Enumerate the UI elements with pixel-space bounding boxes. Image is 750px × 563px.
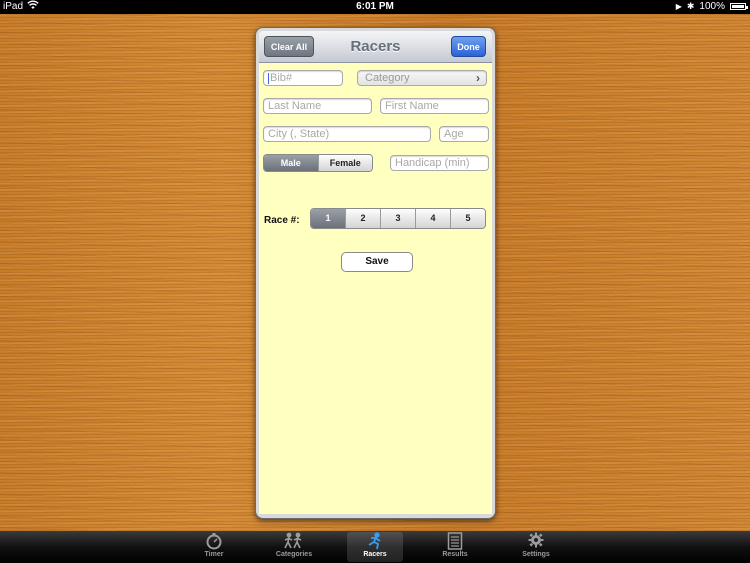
tab-label: Categories	[275, 551, 313, 558]
tab-results[interactable]: Results	[427, 532, 483, 562]
race-option-2[interactable]: 2	[345, 209, 380, 228]
city-placeholder: City (, State)	[268, 128, 330, 140]
age-field[interactable]: Age	[439, 126, 489, 142]
age-placeholder: Age	[444, 128, 464, 140]
handicap-field[interactable]: Handicap (min)	[390, 155, 489, 171]
tab-settings[interactable]: Settings	[508, 532, 564, 562]
stopwatch-icon	[186, 532, 242, 551]
bluetooth-icon: ✱	[686, 1, 695, 11]
category-picker[interactable]: Category ›	[357, 70, 487, 86]
tab-label: Results	[442, 551, 468, 558]
done-button[interactable]: Done	[451, 36, 486, 57]
bib-field[interactable]: Bib#	[263, 70, 343, 86]
runner-icon	[347, 532, 403, 551]
race-option-1[interactable]: 1	[311, 209, 345, 228]
tab-bar: Timer Categories Racers Results Settings	[0, 531, 750, 563]
tab-categories[interactable]: Categories	[266, 532, 322, 562]
tab-label: Racers	[363, 551, 387, 558]
battery-icon	[730, 3, 748, 10]
first-name-placeholder: First Name	[385, 100, 439, 112]
first-name-field[interactable]: First Name	[380, 98, 489, 114]
chevron-right-icon: ›	[476, 71, 480, 85]
tab-label: Timer	[204, 551, 224, 558]
tab-timer[interactable]: Timer	[186, 532, 242, 562]
race-segmented-control: 1 2 3 4 5	[310, 208, 486, 229]
category-placeholder: Category	[365, 72, 410, 84]
gender-male[interactable]: Male	[264, 155, 318, 171]
clock: 6:01 PM	[356, 1, 394, 12]
runners-icon	[266, 532, 322, 551]
last-name-field[interactable]: Last Name	[263, 98, 372, 114]
gender-female[interactable]: Female	[317, 155, 372, 171]
battery-percent: 100%	[699, 1, 725, 12]
nav-bar: Clear All Racers Done	[259, 31, 492, 63]
play-icon: ▶	[675, 2, 682, 11]
race-option-4[interactable]: 4	[415, 209, 450, 228]
save-button[interactable]: Save	[341, 252, 413, 272]
race-label: Race #:	[264, 215, 300, 226]
list-icon	[427, 532, 483, 551]
text-cursor	[268, 72, 269, 84]
status-bar: iPad 6:01 PM ▶ ✱ 100%	[0, 0, 750, 14]
gender-segmented-control: Male Female	[263, 154, 373, 172]
race-option-3[interactable]: 3	[380, 209, 415, 228]
last-name-placeholder: Last Name	[268, 100, 322, 112]
gear-icon	[508, 532, 564, 551]
race-option-5[interactable]: 5	[450, 209, 485, 228]
bib-placeholder: Bib#	[270, 72, 293, 84]
handicap-placeholder: Handicap (min)	[395, 157, 470, 169]
racers-popover: Clear All Racers Done Bib# Category › La…	[255, 27, 496, 519]
city-field[interactable]: City (, State)	[263, 126, 431, 142]
tab-label: Settings	[522, 551, 550, 558]
racer-form: Bib# Category › Last Name First Name Cit…	[259, 63, 492, 514]
tab-racers[interactable]: Racers	[347, 532, 403, 562]
